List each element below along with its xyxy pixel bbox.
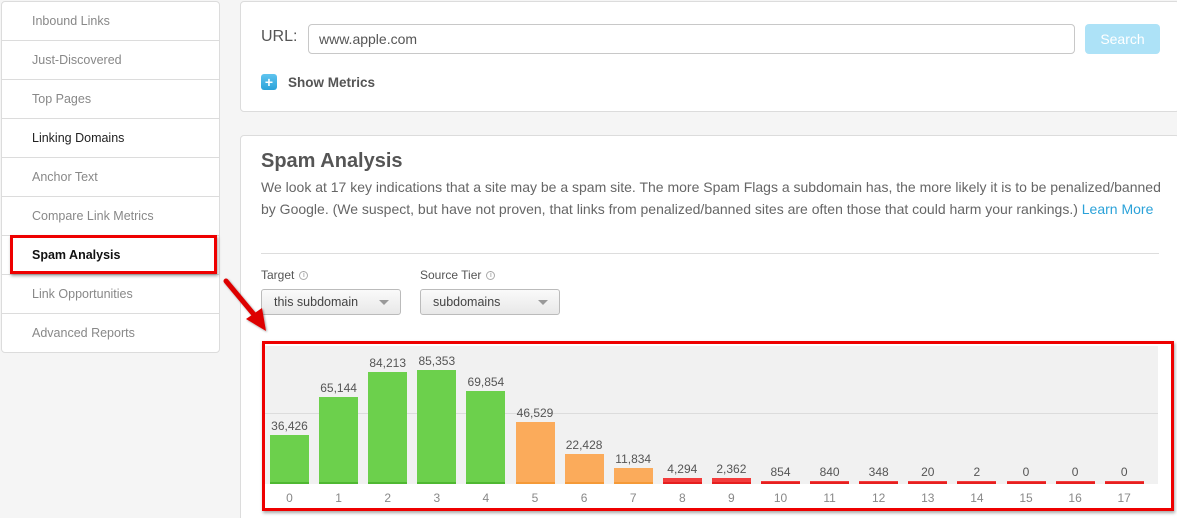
bar-3[interactable] (417, 370, 457, 484)
bar-14[interactable] (957, 481, 997, 484)
sidebar-item-linking-domains[interactable]: Linking Domains (2, 119, 219, 158)
x-tick-label: 14 (970, 491, 984, 505)
sidebar-item-top-pages[interactable]: Top Pages (2, 80, 219, 119)
bar-value-label: 65,144 (320, 381, 357, 395)
x-tick-label: 13 (921, 491, 935, 505)
x-tick-label: 0 (286, 491, 293, 505)
x-tick-label: 10 (773, 491, 788, 505)
bar-2[interactable] (368, 372, 408, 484)
x-tick-label: 7 (629, 491, 637, 505)
x-tick-label: 1 (335, 491, 342, 505)
bar-value-label: 85,353 (418, 354, 456, 368)
description-text: We look at 17 key indications that a sit… (261, 179, 1161, 217)
x-tick-label: 12 (872, 491, 886, 505)
sidebar-item-spam-analysis[interactable]: Spam Analysis (2, 236, 219, 275)
source-tier-select[interactable]: subdomains (420, 289, 560, 315)
target-label: Target (261, 268, 295, 282)
x-tick-label: 3 (433, 491, 441, 505)
x-tick-label: 16 (1068, 491, 1082, 505)
description: We look at 17 key indications that a sit… (261, 176, 1161, 220)
sidebar-nav: Inbound Links Just-Discovered Top Pages Lin… (1, 1, 220, 353)
bar-11[interactable] (810, 481, 850, 484)
page: Inbound Links Just-Discovered Top Pages Lin… (0, 0, 1177, 518)
target-select[interactable]: this subdomain (261, 289, 401, 315)
target-filter: Target i this subdomain (261, 268, 401, 315)
bar-value-label: 0 (1120, 465, 1128, 479)
chevron-down-icon (379, 300, 389, 305)
bar-13[interactable] (908, 481, 948, 484)
sidebar-item-inbound-links[interactable]: Inbound Links (2, 2, 219, 41)
bar-0[interactable] (270, 435, 309, 484)
x-tick-label: 2 (384, 491, 392, 505)
url-label: URL: (261, 28, 298, 45)
x-tick-label: 8 (678, 491, 686, 505)
bar-9[interactable] (711, 478, 751, 484)
bar-17[interactable] (1104, 481, 1144, 484)
sidebar-item-compare-link-metrics[interactable]: Compare Link Metrics (2, 197, 219, 236)
target-select-value: this subdomain (274, 295, 359, 309)
sidebar-item-anchor-text[interactable]: Anchor Text (2, 158, 219, 197)
bar-value-label: 36,426 (271, 419, 308, 433)
show-metrics-toggle[interactable]: + Show Metrics (261, 74, 375, 90)
plus-icon: + (261, 74, 277, 90)
bar-10[interactable] (761, 481, 800, 484)
bar-15[interactable] (1006, 481, 1046, 484)
sidebar-item-just-discovered[interactable]: Just-Discovered (2, 41, 219, 80)
x-tick-label: 17 (1117, 491, 1131, 505)
bar-6[interactable] (564, 454, 604, 484)
show-metrics-label: Show Metrics (288, 74, 376, 90)
page-title: Spam Analysis (261, 150, 403, 172)
spam-flags-chart: 36,426 65,144 84,213 85,353 69,854 46,529 22,4… (265, 346, 1158, 484)
bar-value-label: 69,854 (467, 375, 505, 389)
info-icon[interactable]: i (486, 270, 496, 280)
x-tick-label: 4 (482, 491, 490, 505)
x-tick-label: 11 (823, 491, 836, 505)
x-tick-label: 15 (1019, 491, 1033, 505)
url-search-panel: URL: Search + Show Metrics (240, 1, 1177, 112)
x-tick-label: 9 (728, 491, 735, 505)
bar-1[interactable] (319, 397, 359, 484)
divider (261, 253, 1159, 254)
learn-more-link[interactable]: Learn More (1082, 201, 1154, 217)
source-tier-filter: Source Tier i subdomains (420, 268, 560, 315)
info-icon[interactable]: i (299, 270, 309, 280)
bar-4[interactable] (466, 391, 506, 484)
bar-7[interactable] (613, 468, 653, 484)
x-tick-label: 6 (580, 491, 588, 505)
source-tier-label: Source Tier (420, 268, 482, 282)
chevron-down-icon (538, 300, 548, 305)
bar-value-label: 22,428 (565, 438, 603, 452)
sidebar-item-link-opportunities[interactable]: Link Opportunities (2, 275, 219, 314)
url-input[interactable] (308, 24, 1075, 54)
bar-16[interactable] (1055, 481, 1095, 484)
bar-12[interactable] (859, 481, 899, 484)
bar-value-label: 46,529 (516, 406, 554, 420)
source-tier-select-value: subdomains (433, 295, 501, 309)
search-button[interactable]: Search (1085, 24, 1160, 54)
sidebar-item-advanced-reports[interactable]: Advanced Reports (2, 314, 219, 353)
bar-8[interactable] (662, 478, 702, 484)
x-tick-label: 5 (531, 491, 539, 505)
bar-5[interactable] (515, 422, 555, 484)
